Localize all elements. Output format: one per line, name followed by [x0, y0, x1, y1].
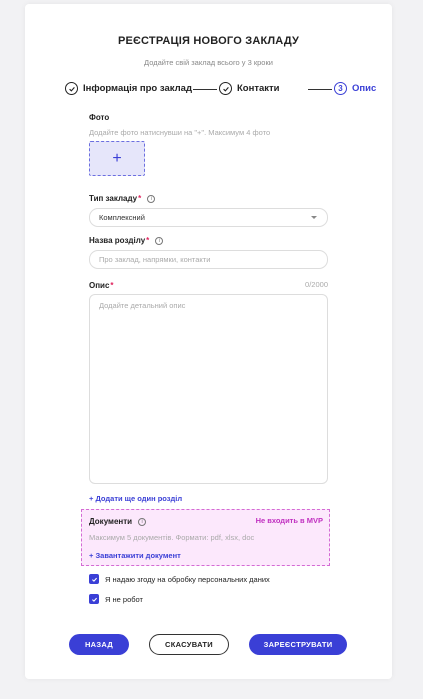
check-icon — [65, 82, 78, 95]
consent-personal-data[interactable]: Я надаю згоду на обробку персональних да… — [89, 574, 270, 584]
info-icon[interactable]: i — [138, 517, 147, 526]
consent-label: Я не робот — [105, 594, 143, 604]
add-section-link[interactable]: + Додати ще один розділ — [89, 494, 182, 503]
required-mark: * — [146, 236, 150, 245]
documents-hint: Максимум 5 документів. Формати: pdf, xls… — [89, 533, 255, 542]
section-name-label-text: Назва розділу — [89, 236, 146, 245]
section-name-input[interactable]: Про заклад, напрямки, контакти — [89, 250, 328, 269]
section-name-placeholder: Про заклад, напрямки, контакти — [99, 255, 211, 264]
cancel-button[interactable]: СКАСУВАТИ — [149, 634, 229, 655]
required-mark: * — [138, 194, 142, 203]
step-label: Опис — [352, 83, 377, 94]
page-subtitle: Додайте свій заклад всього у 3 кроки — [144, 58, 273, 67]
step-description[interactable]: 3 Опис — [334, 82, 376, 95]
step-divider — [193, 89, 217, 90]
checkbox-checked-icon[interactable] — [89, 574, 99, 584]
registration-card: РЕЄСТРАЦІЯ НОВОГО ЗАКЛАДУ Додайте свій з… — [25, 4, 392, 679]
not-in-mvp-badge: Не входить в MVP — [255, 516, 323, 525]
photo-hint: Додайте фото натиснувши на "+". Максимум… — [89, 128, 271, 137]
photo-label: Фото — [89, 113, 110, 122]
venue-type-label: Тип закладу * i — [89, 194, 156, 203]
chevron-down-icon — [311, 216, 317, 219]
required-mark: * — [110, 281, 114, 290]
add-photo-button[interactable]: + — [89, 141, 145, 176]
upload-document-link[interactable]: + Завантажити документ — [89, 551, 181, 560]
step-label: Інформація про заклад — [83, 83, 192, 94]
step-contacts[interactable]: Контакти — [219, 82, 280, 95]
step-venue-info[interactable]: Інформація про заклад — [65, 82, 192, 95]
step-label: Контакти — [237, 83, 280, 94]
check-icon — [219, 82, 232, 95]
documents-block: Документи i Не входить в MVP Максимум 5 … — [81, 509, 330, 566]
info-icon[interactable]: i — [147, 194, 156, 203]
documents-label-text: Документи — [89, 517, 133, 526]
consent-label: Я надаю згоду на обробку персональних да… — [105, 574, 270, 584]
step-number: 3 — [334, 82, 347, 95]
description-placeholder: Додайте детальний опис — [99, 301, 186, 310]
documents-label: Документи i — [89, 517, 147, 526]
venue-type-label-text: Тип закладу — [89, 194, 138, 203]
stepper: Інформація про заклад Контакти 3 Опис — [65, 82, 376, 98]
section-name-label: Назва розділу * i — [89, 236, 164, 245]
back-button[interactable]: НАЗАД — [69, 634, 129, 655]
char-counter: 0/2000 — [305, 280, 328, 289]
step-divider — [308, 89, 332, 90]
page-title: РЕЄСТРАЦІЯ НОВОГО ЗАКЛАДУ — [117, 35, 300, 47]
description-label-text: Опис — [89, 281, 110, 290]
venue-type-value: Комплексний — [99, 213, 145, 222]
venue-type-select[interactable]: Комплексний — [89, 208, 328, 227]
description-label: Опис * — [89, 281, 114, 290]
plus-icon: + — [112, 149, 122, 167]
checkbox-checked-icon[interactable] — [89, 594, 99, 604]
description-textarea[interactable]: Додайте детальний опис — [89, 294, 328, 484]
consent-not-robot[interactable]: Я не робот — [89, 594, 143, 604]
info-icon[interactable]: i — [155, 236, 164, 245]
register-button[interactable]: ЗАРЕЄСТРУВАТИ — [249, 634, 347, 655]
